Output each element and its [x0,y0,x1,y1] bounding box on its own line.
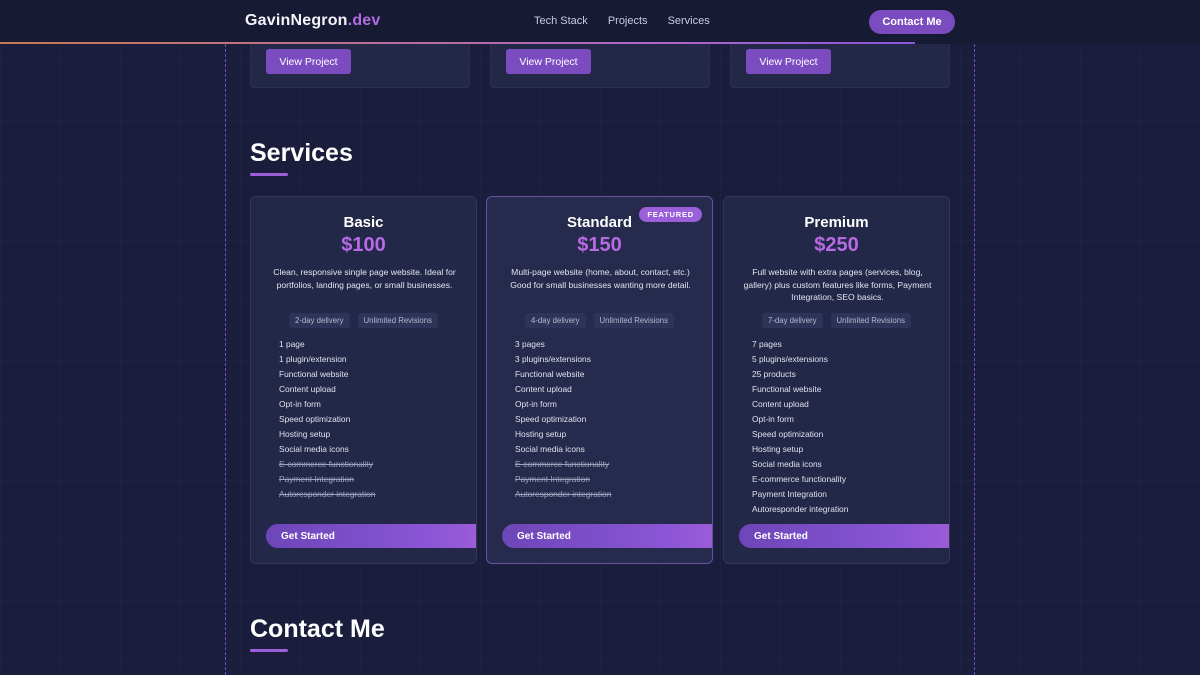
feature-item: Opt-in form [279,399,321,409]
revisions-chip: Unlimited Revisions [357,313,438,328]
feature-item: Social media icons [752,459,822,469]
plan-price: $250 [814,234,859,256]
feature-item: Social media icons [515,444,585,454]
feature-item: Hosting setup [752,444,804,454]
feature-item: Hosting setup [515,429,567,439]
feature-item: 7 pages [752,339,782,349]
feature-item: 1 page [279,339,305,349]
feature-item: Content upload [279,384,336,394]
get-started-button[interactable]: Get Started [266,524,476,548]
feature-item: Functional website [515,369,585,379]
feature-item: 25 products [752,369,796,379]
pricing-card-basic: Basic $100 Clean, responsive single page… [250,196,477,564]
plan-description: Clean, responsive single page website. I… [273,267,456,290]
feature-item: Functional website [752,384,822,394]
navbar: GavinNegron.dev Tech Stack Projects Serv… [0,0,1200,44]
brand-name: GavinNegron [245,12,348,29]
plan-description: Full website with extra pages (services,… [743,267,932,302]
plan-price: $100 [341,234,386,256]
contact-title-underline [250,649,288,652]
brand-logo[interactable]: GavinNegron.dev [245,12,381,30]
view-project-button[interactable]: View Project [746,49,831,74]
feature-item-excluded: E-commerce functionality [515,459,610,469]
feature-item-excluded: Payment Integration [279,474,354,484]
feature-item: E-commerce functionality [752,474,847,484]
layout-guide-left [225,44,226,675]
plan-price: $150 [577,234,622,256]
pricing-card-premium: Premium $250 Full website with extra pag… [723,196,950,564]
services-title-underline [250,173,288,176]
feature-item: 5 plugins/extensions [752,354,828,364]
feature-item: Speed optimization [279,414,351,424]
feature-item: Content upload [515,384,572,394]
brand-tld: .dev [347,12,381,29]
feature-list: 1 page 1 plugin/extension Functional web… [279,337,375,502]
nav-links: Tech Stack Projects Services [534,15,710,27]
plan-chips: 4-day delivery Unlimited Revisions [487,313,712,328]
feature-list: 7 pages 5 plugins/extensions 25 products… [752,337,848,517]
plan-name: Basic [343,214,384,231]
feature-item-excluded: E-commerce functionality [279,459,374,469]
delivery-chip: 4-day delivery [524,313,586,328]
feature-item: Speed optimization [515,414,587,424]
plan-description: Multi-page website (home, about, contact… [510,267,691,290]
view-project-button[interactable]: View Project [266,49,351,74]
view-project-button[interactable]: View Project [506,49,591,74]
contact-title: Contact Me [250,615,385,643]
contact-me-button[interactable]: Contact Me [869,10,955,34]
feature-item: Functional website [279,369,349,379]
feature-item-excluded: Autoresponder integration [515,489,612,499]
feature-item-excluded: Payment Integration [515,474,590,484]
feature-item: Speed optimization [752,429,824,439]
feature-item: Social media icons [279,444,349,454]
feature-item: Opt-in form [752,414,794,424]
feature-item: 3 pages [515,339,545,349]
get-started-button[interactable]: Get Started [502,524,712,548]
feature-item: Payment Integration [752,489,827,499]
nav-link-projects[interactable]: Projects [608,15,648,27]
plan-name: Standard [566,214,632,231]
feature-item-excluded: Autoresponder integration [279,489,376,499]
feature-item: Autoresponder integration [752,504,849,514]
revisions-chip: Unlimited Revisions [830,313,911,328]
plan-chips: 7-day delivery Unlimited Revisions [724,313,949,328]
nav-link-services[interactable]: Services [668,15,710,27]
revisions-chip: Unlimited Revisions [593,313,674,328]
delivery-chip: 2-day delivery [288,313,350,328]
feature-item: Opt-in form [515,399,557,409]
layout-guide-right [974,44,975,675]
feature-item: Content upload [752,399,809,409]
get-started-button[interactable]: Get Started [739,524,949,548]
feature-item: Hosting setup [279,429,331,439]
plan-chips: 2-day delivery Unlimited Revisions [251,313,476,328]
delivery-chip: 7-day delivery [761,313,823,328]
feature-list: 3 pages 3 plugins/extensions Functional … [515,337,611,502]
feature-item: 3 plugins/extensions [515,354,591,364]
nav-link-tech-stack[interactable]: Tech Stack [534,15,588,27]
plan-name: Premium [804,214,869,231]
feature-item: 1 plugin/extension [279,354,347,364]
services-title: Services [250,139,353,167]
pricing-card-standard: FEATURED Standard $150 Multi-page websit… [486,196,713,564]
